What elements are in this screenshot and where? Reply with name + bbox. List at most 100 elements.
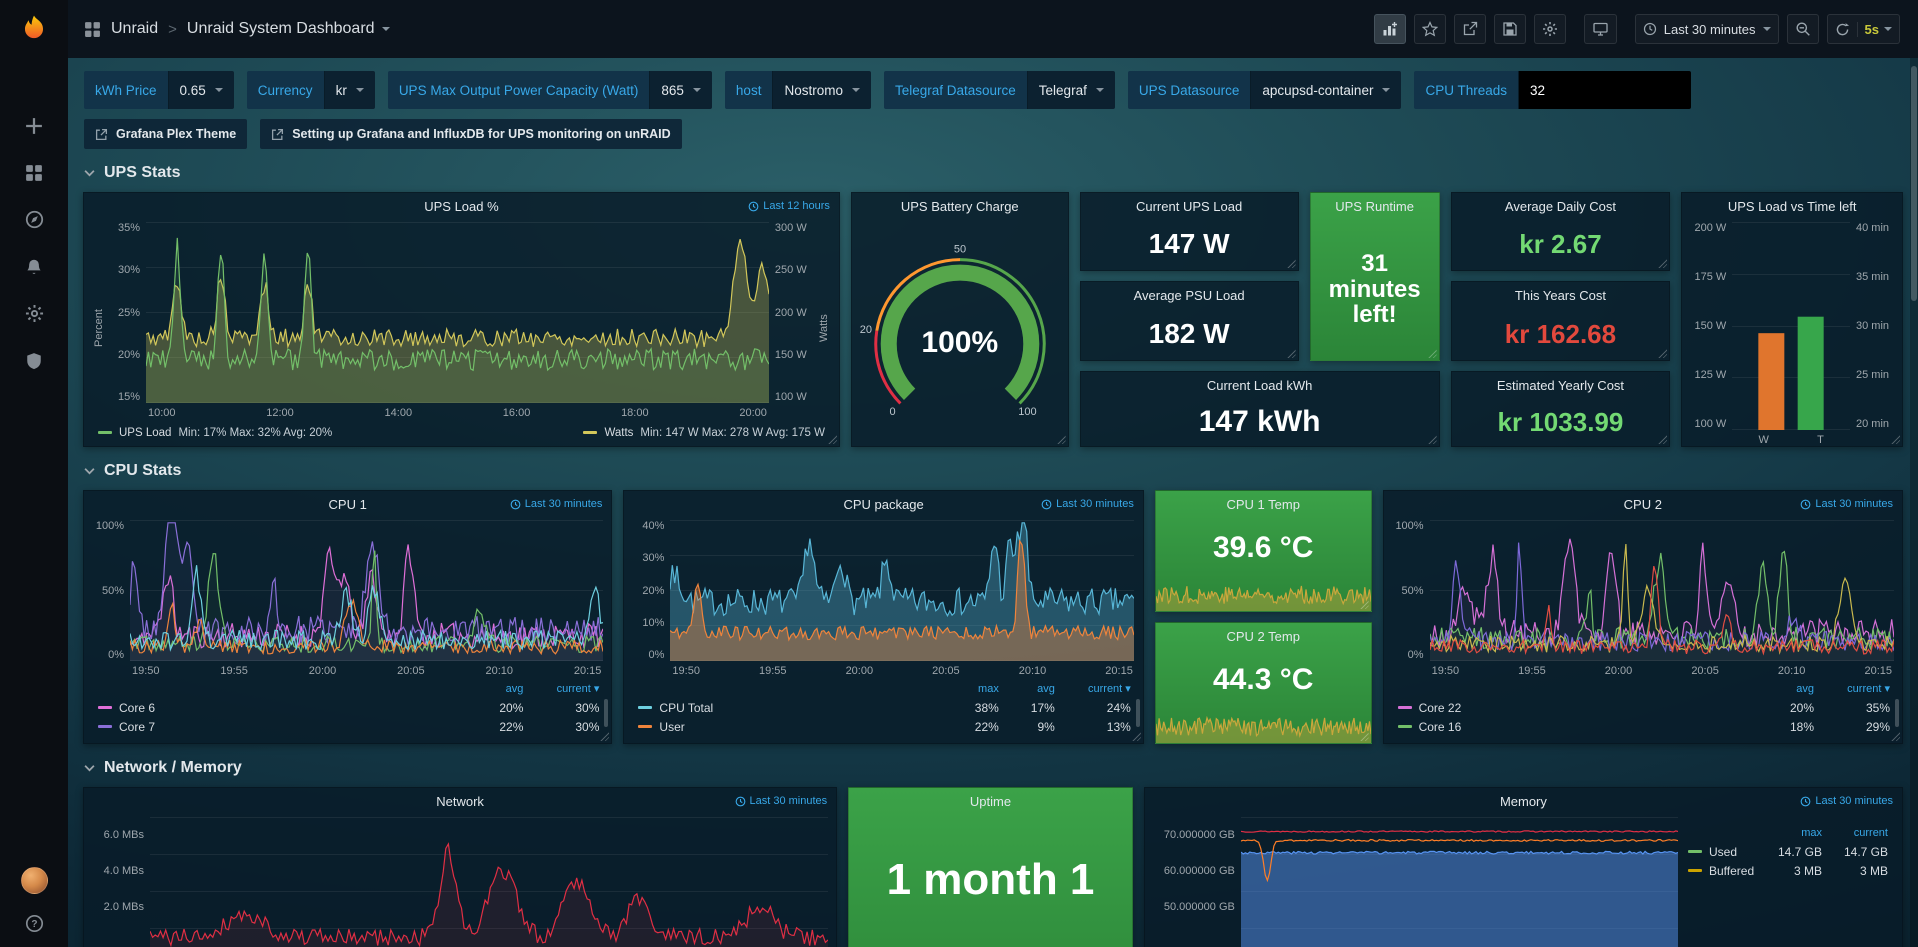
legend-scrollbar[interactable] xyxy=(1136,699,1140,727)
user-avatar[interactable] xyxy=(21,867,48,894)
legend-sort-avg[interactable]: avg xyxy=(459,683,523,695)
link-ups-monitoring-guide[interactable]: Setting up Grafana and InfluxDB for UPS … xyxy=(260,119,681,149)
dashboards-grid-icon xyxy=(25,164,43,182)
star-dashboard-button[interactable] xyxy=(1414,14,1446,44)
panel-title[interactable]: This Years Cost xyxy=(1452,282,1670,308)
legend-row[interactable]: CPU Total 38% 17% 24% xyxy=(638,698,1130,717)
refresh-interval[interactable]: 5s xyxy=(1857,22,1892,37)
time-range-badge[interactable]: Last 30 minutes xyxy=(735,795,828,807)
sidebar-item-dashboards[interactable] xyxy=(0,149,68,196)
tick-label: 125 W xyxy=(1695,369,1727,381)
variable-value-dropdown[interactable]: 0.65 xyxy=(169,71,234,109)
ups-bars-chart[interactable] xyxy=(1732,222,1850,430)
panel-title[interactable]: CPU 2 Temp xyxy=(1156,623,1371,649)
save-icon xyxy=(1502,21,1518,37)
variable-value-dropdown[interactable]: Nostromo xyxy=(773,71,871,109)
panel-title[interactable]: UPS Load vs Time left xyxy=(1682,193,1902,219)
legend-sort-avg[interactable]: avg xyxy=(999,683,1055,695)
time-range-badge[interactable]: Last 30 minutes xyxy=(510,498,603,510)
legend-row[interactable]: Core 22 20% 35% xyxy=(1398,698,1890,717)
cpu2-chart[interactable] xyxy=(1430,520,1894,661)
add-panel-button[interactable] xyxy=(1374,14,1406,44)
panel-title[interactable]: Uptime xyxy=(849,788,1132,814)
panel-title[interactable]: Estimated Yearly Cost xyxy=(1452,372,1670,398)
badge-label: Last 30 minutes xyxy=(1056,498,1134,510)
sidebar-item-create[interactable] xyxy=(0,102,68,149)
time-range-badge[interactable]: Last 30 minutes xyxy=(1800,498,1893,510)
breadcrumb-app[interactable]: Unraid xyxy=(111,20,158,38)
legend-sort-max[interactable]: max xyxy=(943,683,999,695)
panel-title[interactable]: Memory xyxy=(1145,788,1902,814)
time-range-badge[interactable]: Last 30 minutes xyxy=(1041,498,1134,510)
refresh-picker[interactable]: 5s xyxy=(1827,14,1900,44)
legend-row[interactable]: User 22% 9% 13% xyxy=(638,717,1130,736)
legend-item[interactable]: UPS Load Min: 17% Max: 32% Avg: 20% xyxy=(98,427,332,439)
sidebar-item-alerting[interactable] xyxy=(0,243,68,290)
dashboard-title[interactable]: Unraid System Dashboard xyxy=(187,20,390,38)
time-range-badge[interactable]: Last 12 hours xyxy=(748,200,830,212)
panel-title[interactable]: Current UPS Load xyxy=(1081,193,1298,219)
external-link-icon xyxy=(271,128,284,141)
legend-scrollbar[interactable] xyxy=(1895,699,1899,727)
dashboard-settings-button[interactable] xyxy=(1534,14,1566,44)
variable-value-dropdown[interactable]: 865 xyxy=(650,71,712,109)
section-header-ups-stats[interactable]: UPS Stats xyxy=(68,164,1918,182)
tick-label: 19:55 xyxy=(1518,665,1546,677)
series-color xyxy=(638,725,652,728)
panel-title[interactable]: Average Daily Cost xyxy=(1452,193,1670,219)
legend-row[interactable]: Core 6 20% 30% xyxy=(98,698,599,717)
sidebar-item-configuration[interactable] xyxy=(0,290,68,337)
variable-value-dropdown[interactable]: apcupsd-container xyxy=(1251,71,1401,109)
chevron-down-icon xyxy=(84,467,95,475)
panel-cpu2-temp: CPU 2 Temp 44.3 °C xyxy=(1155,622,1372,744)
share-dashboard-button[interactable] xyxy=(1454,14,1486,44)
panel-title[interactable]: UPS Load % xyxy=(84,193,839,219)
legend-row[interactable]: Core 7 22% 30% xyxy=(98,717,599,736)
save-dashboard-button[interactable] xyxy=(1494,14,1526,44)
legend-sort-current[interactable]: current xyxy=(1822,827,1888,839)
legend-row[interactable]: Buffered 3 MB 3 MB xyxy=(1688,861,1888,880)
legend-row[interactable]: Core 16 18% 29% xyxy=(1398,717,1890,736)
legend-sort-avg[interactable]: avg xyxy=(1750,683,1814,695)
panel-title[interactable]: Current Load kWh xyxy=(1081,372,1439,398)
panel-title[interactable]: UPS Runtime xyxy=(1311,193,1439,219)
clock-icon xyxy=(1800,796,1811,807)
panel-title[interactable]: Network xyxy=(84,788,836,814)
section-header-network-memory[interactable]: Network / Memory xyxy=(68,759,1918,777)
legend-scrollbar[interactable] xyxy=(604,699,608,727)
tick-label: 50% xyxy=(1402,585,1424,597)
tick-label: 25% xyxy=(118,307,140,319)
sidebar-item-server-admin[interactable] xyxy=(0,337,68,384)
time-range-picker[interactable]: Last 30 minutes xyxy=(1635,14,1779,44)
legend-sort-current[interactable]: current ▾ xyxy=(1814,682,1890,695)
legend-item[interactable]: Watts Min: 147 W Max: 278 W Avg: 175 W xyxy=(583,427,824,439)
cpu-package-chart[interactable] xyxy=(670,520,1134,661)
main-area: Unraid > Unraid System Dashboard xyxy=(68,0,1918,947)
section-header-cpu-stats[interactable]: CPU Stats xyxy=(68,462,1918,480)
link-grafana-plex-theme[interactable]: Grafana Plex Theme xyxy=(84,119,247,149)
legend-sort-current[interactable]: current ▾ xyxy=(1055,682,1131,695)
cpu-threads-input[interactable] xyxy=(1519,71,1691,109)
app-root: ? Unraid > Unraid System Dashboard xyxy=(0,0,1918,947)
zoom-out-time-button[interactable] xyxy=(1787,14,1819,44)
cpu1-chart[interactable] xyxy=(130,520,603,661)
variable-value-dropdown[interactable]: Telegraf xyxy=(1028,71,1115,109)
panel-title[interactable]: UPS Battery Charge xyxy=(852,193,1068,219)
grafana-logo[interactable] xyxy=(14,10,54,50)
page-scrollbar[interactable] xyxy=(1910,58,1918,947)
legend-row[interactable]: Used 14.7 GB 14.7 GB xyxy=(1688,842,1888,861)
sidebar-item-help[interactable]: ? xyxy=(21,914,48,933)
panel-title[interactable]: CPU 1 Temp xyxy=(1156,491,1371,517)
ups-load-chart[interactable] xyxy=(146,222,769,403)
variable-value-dropdown[interactable]: kr xyxy=(325,71,375,109)
memory-chart[interactable] xyxy=(1241,817,1678,947)
scrollbar-thumb[interactable] xyxy=(1911,66,1917,301)
sidebar-item-explore[interactable] xyxy=(0,196,68,243)
legend-sort-current[interactable]: current ▾ xyxy=(523,682,599,695)
legend-sort-max[interactable]: max xyxy=(1756,827,1822,839)
time-range-badge[interactable]: Last 30 minutes xyxy=(1800,795,1893,807)
network-chart[interactable] xyxy=(150,817,828,947)
panel-title[interactable]: Average PSU Load xyxy=(1081,282,1298,308)
legend-value: 24% xyxy=(1055,701,1131,715)
cycle-view-mode-button[interactable] xyxy=(1584,14,1617,44)
